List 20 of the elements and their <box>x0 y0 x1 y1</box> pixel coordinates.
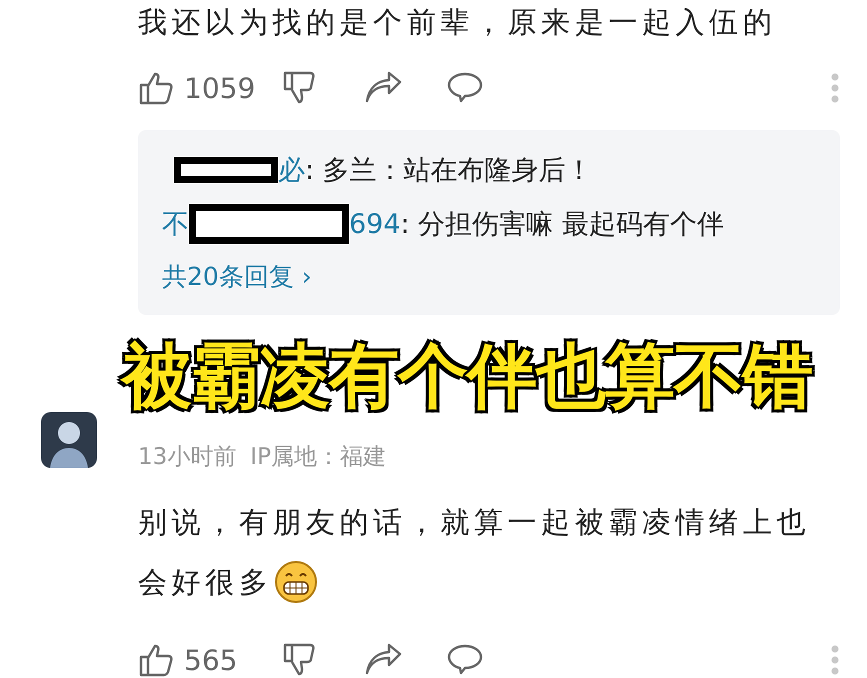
like-icon[interactable] <box>138 642 174 678</box>
share-icon[interactable] <box>364 643 402 677</box>
comment-text: 会好很多 <box>138 564 272 601</box>
ip-location: IP属地：福建 <box>250 443 386 472</box>
more-replies-link[interactable]: 共20条回复 › <box>162 260 816 293</box>
comment-text: 别说，有朋友的话，就算一起被霸凌情绪上也 <box>138 504 810 541</box>
comment-text: 我还以为找的是个前辈，原来是一起入伍的 <box>138 4 778 41</box>
video-caption: 被霸凌有个伴也算不错 <box>119 334 813 419</box>
reply-author[interactable]: 必 <box>278 152 305 188</box>
share-icon[interactable] <box>364 71 402 105</box>
reply-author[interactable]: 不 <box>162 206 189 242</box>
comment-icon[interactable] <box>446 71 484 105</box>
reply-author[interactable]: 694 <box>349 208 401 240</box>
post-time: 13小时前 <box>138 443 236 472</box>
like-icon[interactable] <box>138 70 174 106</box>
like-count: 1059 <box>184 72 256 104</box>
like-count: 565 <box>184 644 238 676</box>
reply-text: : 多兰：站在布隆身后！ <box>305 154 593 188</box>
comment-icon[interactable] <box>446 643 484 677</box>
reply-text: : 分担伤害嘛 最起码有个伴 <box>400 208 724 242</box>
